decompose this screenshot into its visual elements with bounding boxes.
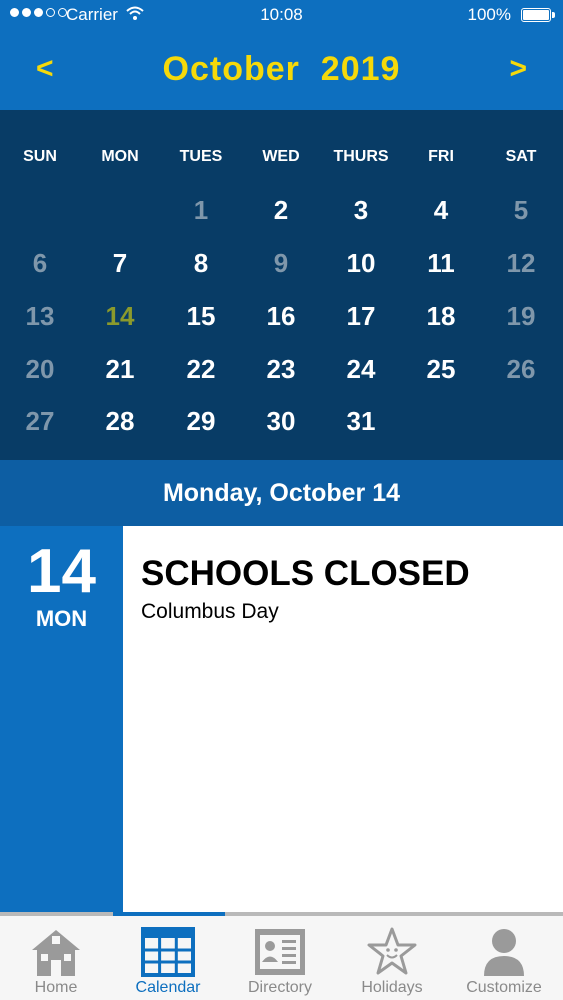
calendar-day-19[interactable]: 19 — [491, 296, 551, 336]
month-header: < October 2019 > — [0, 30, 563, 110]
directory-card-icon — [255, 929, 305, 975]
calendar-day-21[interactable]: 21 — [90, 349, 150, 389]
star-icon — [367, 927, 417, 975]
tab-directory[interactable]: Directory — [224, 916, 336, 1000]
calendar-day-15[interactable]: 15 — [171, 296, 231, 336]
weekday-label-sat: SAT — [505, 148, 537, 165]
badge-day-number: 14 — [27, 537, 96, 606]
event-panel: 14 MON SCHOOLS CLOSED Columbus Day — [0, 526, 563, 912]
event-subtitle: Columbus Day — [141, 600, 279, 623]
battery-percentage: 100% — [467, 5, 511, 24]
date-badge: 14 MON — [0, 526, 123, 912]
selected-date-label: Monday, October 14 — [0, 460, 563, 526]
event-title: SCHOOLS CLOSED — [141, 554, 470, 593]
tab-home[interactable]: Home — [0, 916, 112, 1000]
calendar-day-17[interactable]: 17 — [331, 296, 391, 336]
calendar-day-20[interactable]: 20 — [10, 349, 70, 389]
tab-label-customize: Customize — [466, 979, 542, 996]
calendar-day-14[interactable]: 14 — [90, 296, 150, 336]
battery-icon — [521, 8, 555, 22]
calendar-day-7[interactable]: 7 — [90, 243, 150, 283]
calendar-day-24[interactable]: 24 — [331, 349, 391, 389]
person-icon — [484, 929, 524, 976]
calendar-day-5[interactable]: 5 — [491, 190, 551, 230]
calendar-day-6[interactable]: 6 — [10, 243, 70, 283]
event-card[interactable]: SCHOOLS CLOSED Columbus Day — [123, 526, 563, 912]
status-bar: Carrier 10:08 100% — [0, 0, 563, 30]
weekday-label-wed: WED — [262, 148, 300, 165]
calendar-day-10[interactable]: 10 — [331, 243, 391, 283]
calendar-day-26[interactable]: 26 — [491, 349, 551, 389]
calendar-day-12[interactable]: 12 — [491, 243, 551, 283]
tab-calendar[interactable]: Calendar — [112, 916, 224, 1000]
calendar-day-28[interactable]: 28 — [90, 401, 150, 441]
tab-customize[interactable]: Customize — [448, 916, 560, 1000]
tab-bar: Home Calendar Directory Holidays Customi… — [0, 912, 563, 1000]
tab-label-directory: Directory — [247, 979, 312, 996]
calendar-day-3[interactable]: 3 — [331, 190, 391, 230]
calendar-day-9[interactable]: 9 — [251, 243, 311, 283]
tab-label-home: Home — [34, 979, 78, 996]
weekday-header-row: SUN MON TUES WED THURS FRI SAT — [0, 148, 563, 168]
weekday-label-tues: TUES — [179, 148, 223, 165]
calendar-day-4[interactable]: 4 — [411, 190, 471, 230]
calendar-day-25[interactable]: 25 — [411, 349, 471, 389]
calendar-day-30[interactable]: 30 — [251, 401, 311, 441]
calendar-day-2[interactable]: 2 — [251, 190, 311, 230]
tab-label-calendar: Calendar — [135, 979, 201, 996]
calendar-grid-icon — [141, 927, 195, 977]
calendar-day-18[interactable]: 18 — [411, 296, 471, 336]
weekday-label-sun: SUN — [23, 148, 57, 165]
weekday-label-fri: FRI — [428, 148, 454, 165]
calendar-day-27[interactable]: 27 — [10, 401, 70, 441]
tab-label-holidays: Holidays — [361, 979, 423, 996]
next-month-button[interactable]: > — [509, 52, 527, 86]
calendar-day-22[interactable]: 22 — [171, 349, 231, 389]
calendar-day-31[interactable]: 31 — [331, 401, 391, 441]
weekday-label-thurs: THURS — [333, 148, 389, 165]
calendar-day-11[interactable]: 11 — [411, 243, 471, 283]
calendar-day-16[interactable]: 16 — [251, 296, 311, 336]
calendar-day-13[interactable]: 13 — [10, 296, 70, 336]
school-house-icon — [32, 930, 80, 976]
badge-day-abbr: MON — [35, 606, 88, 631]
tab-holidays[interactable]: Holidays — [336, 916, 448, 1000]
weekday-label-mon: MON — [101, 148, 139, 165]
calendar-day-23[interactable]: 23 — [251, 349, 311, 389]
calendar-day-1[interactable]: 1 — [171, 190, 231, 230]
calendar-day-8[interactable]: 8 — [171, 243, 231, 283]
calendar-grid: SUN MON TUES WED THURS FRI SAT 1 2 3 4 5 6 7 8 9 10 11 12… — [0, 110, 563, 460]
calendar-day-29[interactable]: 29 — [171, 401, 231, 441]
month-title: October 2019 — [162, 50, 401, 88]
